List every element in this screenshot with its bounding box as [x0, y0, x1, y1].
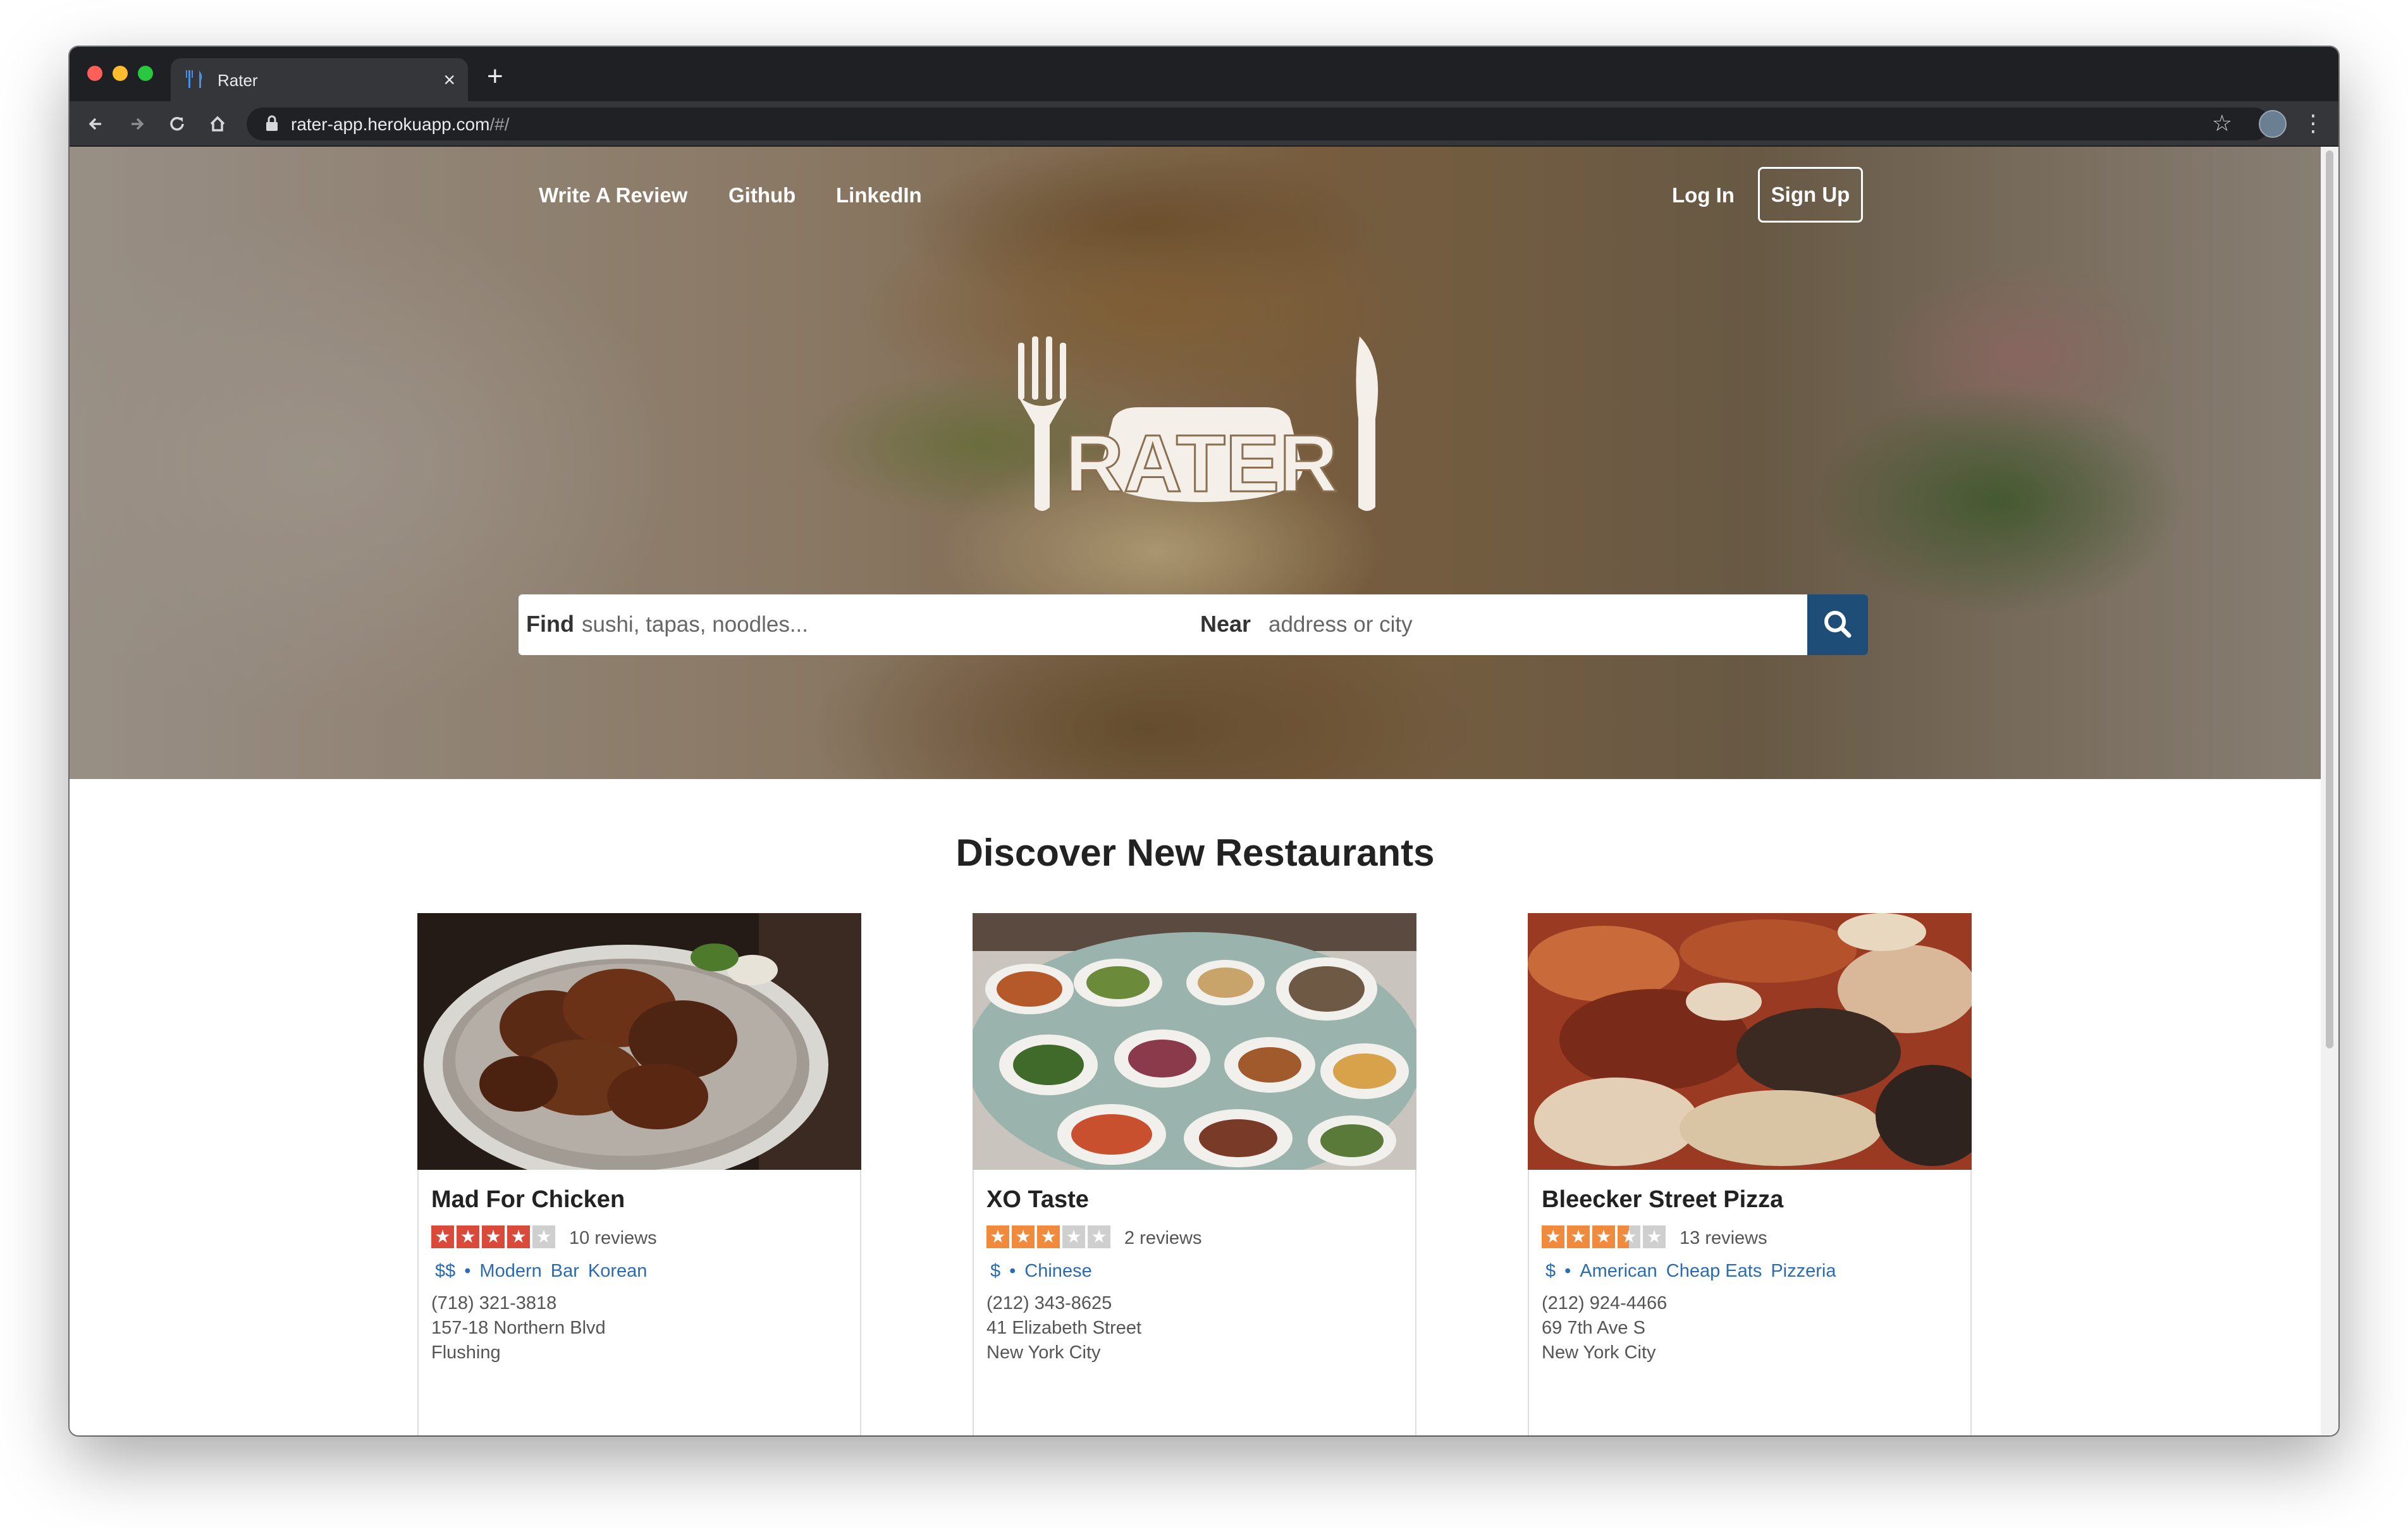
star-icon: ★	[1012, 1225, 1035, 1248]
star-icon: ★	[1567, 1225, 1590, 1248]
star-rating: ★ ★ ★ ★ ★	[431, 1225, 555, 1250]
star-icon: ★	[457, 1225, 479, 1248]
category-link[interactable]: Modern	[479, 1261, 541, 1281]
city: New York City	[1542, 1342, 1656, 1363]
forward-arrow-icon[interactable]	[123, 110, 150, 138]
category-link[interactable]: American	[1580, 1261, 1657, 1281]
phone-number: (212) 924-4466	[1542, 1293, 1668, 1313]
search-button[interactable]	[1807, 594, 1868, 655]
profile-avatar[interactable]	[2259, 110, 2287, 138]
bookmark-star-icon[interactable]: ☆	[2212, 110, 2232, 137]
page-scrollbar[interactable]	[2321, 147, 2338, 1435]
category-link[interactable]: Chinese	[1024, 1261, 1091, 1281]
nav-linkedin-link[interactable]: LinkedIn	[836, 183, 922, 207]
star-icon: ★	[1037, 1225, 1060, 1248]
restaurant-tags: $ • Chinese	[990, 1261, 1101, 1282]
hero-banner: Write A Review Github LinkedIn Log In Si…	[70, 147, 2321, 779]
home-icon[interactable]	[204, 110, 231, 138]
star-icon: ★	[532, 1225, 555, 1248]
star-rating: ★ ★ ★ ★ ★	[986, 1225, 1110, 1250]
category-link[interactable]: Pizzeria	[1771, 1261, 1836, 1281]
street-address: 157-18 Northern Blvd	[431, 1318, 606, 1338]
address-bar[interactable]: rater-app.herokuapp.com/#/ ☆	[247, 107, 2270, 140]
reload-icon[interactable]	[163, 110, 191, 138]
maximize-window-button[interactable]	[138, 66, 153, 81]
star-icon: ★	[1618, 1225, 1640, 1248]
restaurant-info: (718) 321-3818 157-18 Northern Blvd Flus…	[431, 1291, 606, 1365]
screen-background: Rater × + rater-app.herokuapp.com/#/ ☆ ⋮…	[0, 0, 2408, 1529]
category-link[interactable]: Korean	[588, 1261, 648, 1281]
scrollbar-thumb[interactable]	[2326, 150, 2333, 1048]
near-label: Near	[1200, 611, 1251, 637]
kebab-menu-icon[interactable]: ⋮	[2302, 107, 2325, 139]
back-arrow-icon[interactable]	[82, 110, 110, 138]
tab-title: Rater	[218, 71, 258, 90]
restaurant-name[interactable]: Mad For Chicken	[431, 1186, 625, 1213]
restaurant-card[interactable]: Bleecker Street Pizza ★ ★ ★ ★ ★ 13 reviews $…	[1528, 913, 1972, 1435]
find-input[interactable]	[582, 606, 1182, 644]
logo-text: RATER	[1065, 419, 1337, 509]
star-icon: ★	[1542, 1225, 1564, 1248]
restaurant-tags: $$ • Modern Bar Korean	[435, 1261, 656, 1282]
star-icon: ★	[1088, 1225, 1110, 1248]
fork-knife-icon	[185, 68, 206, 90]
restaurant-tags: $ • American Cheap Eats Pizzeria	[1545, 1261, 1845, 1282]
restaurant-card[interactable]: Mad For Chicken ★ ★ ★ ★ ★ 10 reviews $$ • Mode…	[417, 913, 861, 1435]
close-window-button[interactable]	[87, 66, 102, 81]
find-label: Find	[526, 611, 574, 637]
tab-bar: Rater × +	[70, 47, 2338, 101]
lock-icon[interactable]	[266, 115, 278, 132]
restaurant-name[interactable]: Bleecker Street Pizza	[1542, 1186, 1783, 1213]
star-icon: ★	[431, 1225, 454, 1248]
price-level: $$	[435, 1261, 456, 1281]
city: Flushing	[431, 1342, 501, 1363]
restaurant-info: (212) 924-4466 69 7th Ave S New York Cit…	[1542, 1291, 1667, 1365]
tag-separator: •	[464, 1261, 471, 1281]
star-icon: ★	[986, 1225, 1009, 1248]
browser-window: Rater × + rater-app.herokuapp.com/#/ ☆ ⋮…	[70, 47, 2338, 1435]
rater-logo: RATER	[1012, 336, 1391, 526]
minimize-window-button[interactable]	[113, 66, 128, 81]
new-tab-button[interactable]: +	[487, 61, 503, 92]
phone-number: (212) 343-8625	[986, 1293, 1112, 1313]
price-level: $	[990, 1261, 1001, 1281]
review-count: 13 reviews	[1680, 1228, 1767, 1248]
url-text[interactable]: rater-app.herokuapp.com/#/	[291, 114, 510, 135]
browser-tab-rater[interactable]: Rater ×	[171, 58, 468, 101]
price-level: $	[1545, 1261, 1556, 1281]
street-address: 69 7th Ave S	[1542, 1318, 1645, 1338]
star-icon: ★	[1643, 1225, 1666, 1248]
star-icon: ★	[482, 1225, 505, 1248]
restaurant-photo-chinese-banquet[interactable]	[973, 913, 1416, 1170]
page-viewport: Write A Review Github LinkedIn Log In Si…	[70, 147, 2321, 1435]
category-link[interactable]: Cheap Eats	[1666, 1261, 1762, 1281]
star-icon: ★	[507, 1225, 530, 1248]
street-address: 41 Elizabeth Street	[986, 1318, 1142, 1338]
tag-separator: •	[1564, 1261, 1571, 1281]
restaurant-photo-pizza[interactable]	[1528, 913, 1972, 1170]
review-count: 10 reviews	[569, 1228, 657, 1248]
restaurant-info: (212) 343-8625 41 Elizabeth Street New Y…	[986, 1291, 1141, 1365]
browser-toolbar: rater-app.herokuapp.com/#/ ☆ ⋮	[70, 101, 2338, 147]
restaurant-photo-chicken[interactable]	[417, 913, 861, 1170]
signup-button[interactable]: Sign Up	[1758, 167, 1863, 223]
phone-number: (718) 321-3818	[431, 1293, 557, 1313]
restaurant-card[interactable]: XO Taste ★ ★ ★ ★ ★ 2 reviews $ • Chinese (212)…	[973, 913, 1416, 1435]
section-title: Discover New Restaurants	[955, 832, 1435, 874]
restaurant-name[interactable]: XO Taste	[986, 1186, 1089, 1213]
star-rating: ★ ★ ★ ★ ★	[1542, 1225, 1666, 1250]
nav-write-review-link[interactable]: Write A Review	[539, 183, 687, 207]
star-icon: ★	[1062, 1225, 1085, 1248]
nav-login-link[interactable]: Log In	[1672, 183, 1735, 207]
category-link[interactable]: Bar	[551, 1261, 579, 1281]
city: New York City	[986, 1342, 1101, 1363]
review-count: 2 reviews	[1124, 1228, 1202, 1248]
search-bar: Find Near	[519, 594, 1868, 655]
tab-close-icon[interactable]: ×	[443, 67, 455, 92]
near-input[interactable]	[1268, 606, 1787, 644]
star-icon: ★	[1592, 1225, 1615, 1248]
search-icon	[1824, 611, 1852, 638]
nav-github-link[interactable]: Github	[728, 183, 796, 207]
tag-separator: •	[1009, 1261, 1016, 1281]
